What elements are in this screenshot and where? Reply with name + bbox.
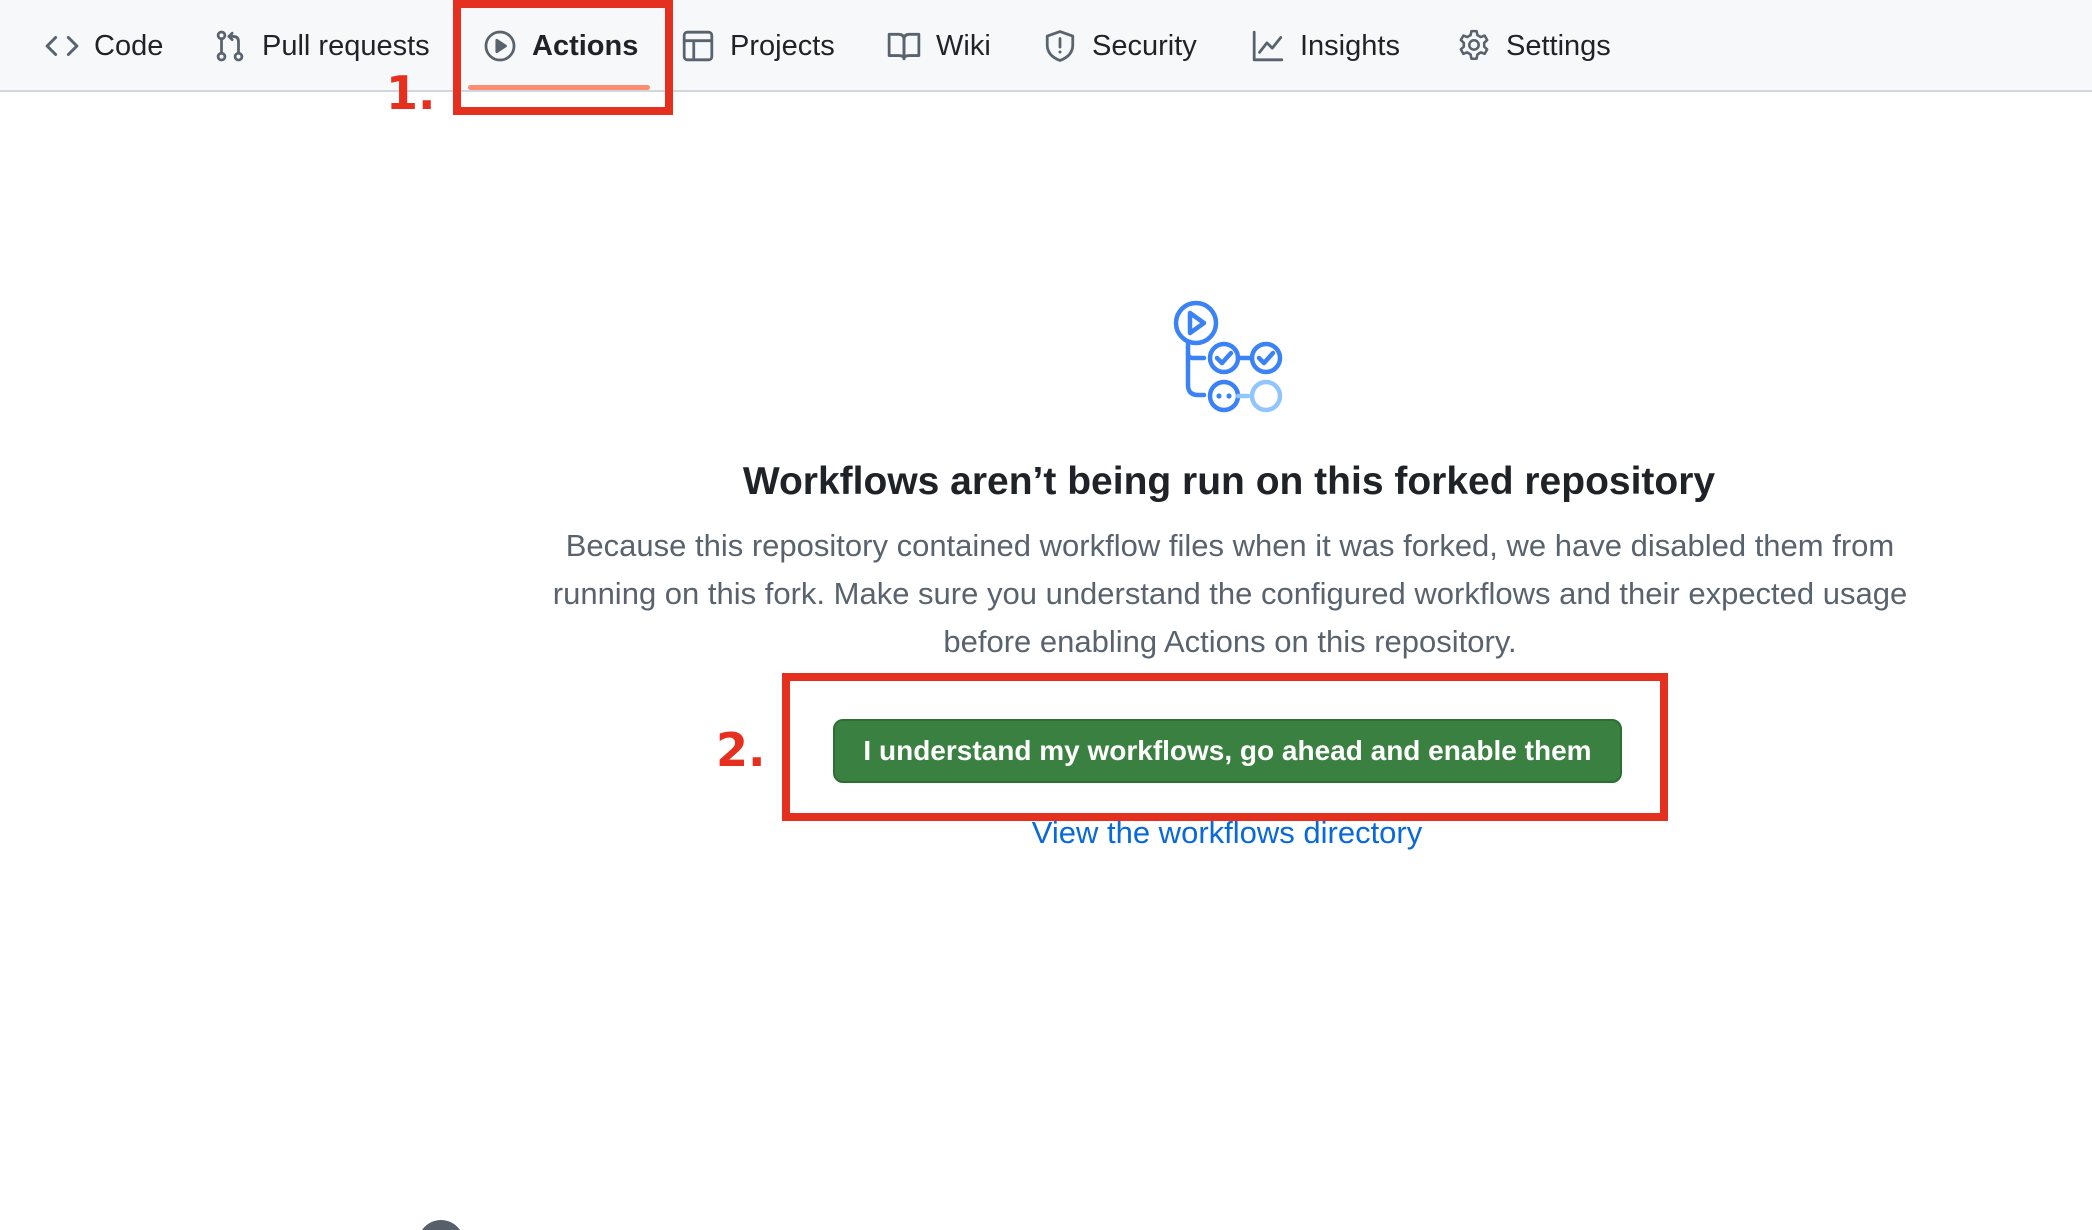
- gear-icon: [1456, 28, 1492, 64]
- tab-security-label: Security: [1092, 29, 1197, 62]
- tab-security[interactable]: Security: [1042, 0, 1197, 92]
- actions-tab-highlight-box: [453, 0, 673, 115]
- tab-insights[interactable]: Insights: [1250, 0, 1400, 92]
- tab-projects[interactable]: Projects: [680, 0, 835, 92]
- workflow-icon: [1173, 300, 1283, 413]
- empty-state-description: Because this repository contained workfl…: [552, 528, 1908, 659]
- pull-request-icon: [212, 28, 248, 64]
- tab-code-label: Code: [94, 29, 164, 62]
- page: Code Pull requests Actions Projects Wiki…: [0, 0, 2092, 1230]
- tab-pull-requests-label: Pull requests: [262, 29, 430, 62]
- graph-icon: [1250, 28, 1286, 64]
- table-icon: [680, 28, 716, 64]
- tab-code[interactable]: Code: [44, 0, 163, 92]
- step-1-label: 1.: [386, 66, 436, 120]
- code-icon: [44, 28, 80, 64]
- book-icon: [886, 28, 922, 64]
- tab-insights-label: Insights: [1300, 29, 1400, 62]
- avatar: [418, 1220, 464, 1230]
- repo-nav: Code Pull requests Actions Projects Wiki…: [0, 0, 2092, 92]
- step-2-label: 2.: [716, 723, 766, 777]
- tab-projects-label: Projects: [730, 29, 835, 62]
- workflows-directory-link[interactable]: View the workflows directory: [960, 815, 1494, 851]
- shield-icon: [1042, 28, 1078, 64]
- tab-settings[interactable]: Settings: [1456, 0, 1611, 92]
- tab-wiki[interactable]: Wiki: [886, 0, 991, 92]
- empty-state-title: Workflows aren’t being run on this forke…: [742, 460, 1716, 503]
- tab-wiki-label: Wiki: [936, 29, 991, 62]
- enable-button-highlight-box: [782, 673, 1668, 821]
- tab-settings-label: Settings: [1506, 29, 1611, 62]
